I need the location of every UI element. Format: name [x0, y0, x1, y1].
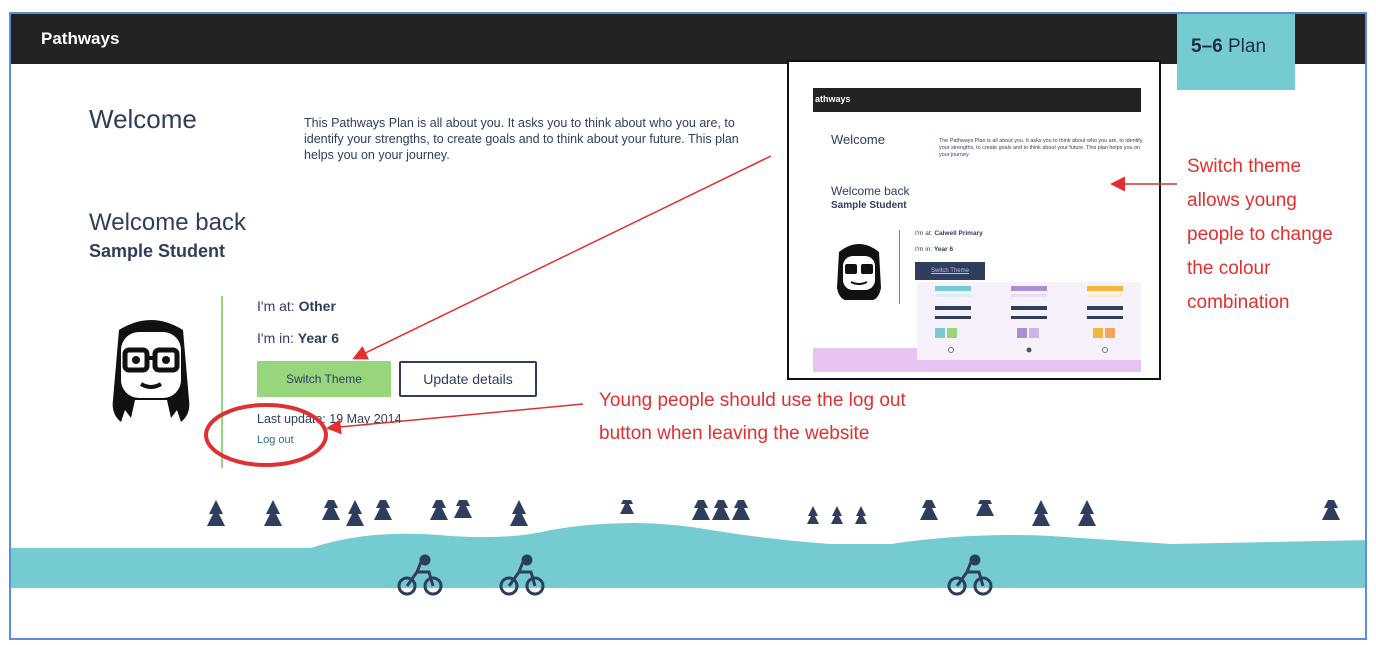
switch-theme-arrow [352, 155, 772, 360]
logout-callout: Young people should use the log out butt… [599, 390, 906, 444]
logout-arrow [326, 403, 584, 435]
logout-highlight-circle [204, 403, 328, 467]
app-window: Pathways 5–6 Plan Welcome This Pathways … [9, 12, 1367, 640]
theme-callout: Switch theme allows young people to chan… [1187, 156, 1333, 313]
annotation-overlay [204, 155, 1177, 467]
